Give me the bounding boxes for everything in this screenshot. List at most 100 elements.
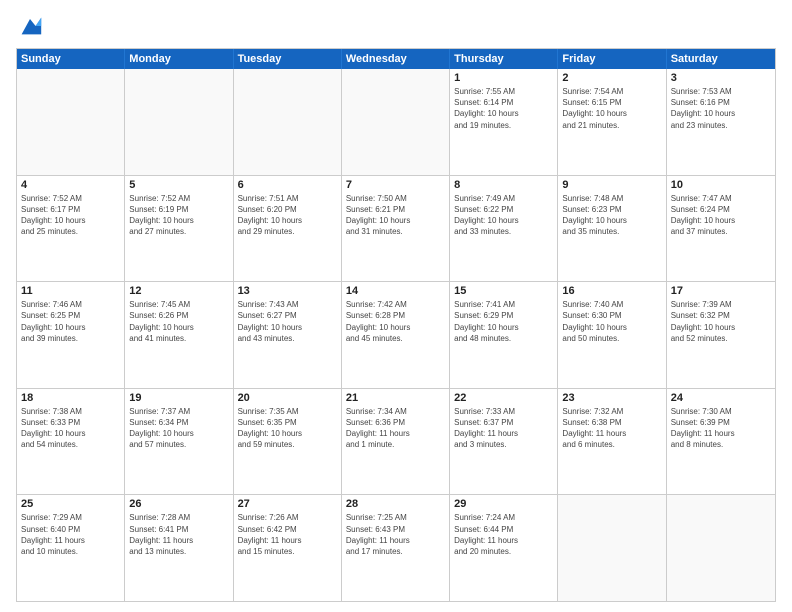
day-cell-23: 23 Sunrise: 7:32 AM Sunset: 6:38 PM Dayli… bbox=[558, 389, 666, 495]
day-cell-22: 22 Sunrise: 7:33 AM Sunset: 6:37 PM Dayli… bbox=[450, 389, 558, 495]
day-info: Sunrise: 7:45 AM Sunset: 6:26 PM Dayligh… bbox=[129, 299, 228, 344]
day-info: Sunrise: 7:47 AM Sunset: 6:24 PM Dayligh… bbox=[671, 193, 771, 238]
weekday-header-tuesday: Tuesday bbox=[234, 49, 342, 69]
day-cell-24: 24 Sunrise: 7:30 AM Sunset: 6:39 PM Dayli… bbox=[667, 389, 775, 495]
calendar: SundayMondayTuesdayWednesdayThursdayFrid… bbox=[16, 48, 776, 602]
day-number: 29 bbox=[454, 498, 553, 510]
day-number: 13 bbox=[238, 285, 337, 297]
day-cell-16: 16 Sunrise: 7:40 AM Sunset: 6:30 PM Dayli… bbox=[558, 282, 666, 388]
day-cell-8: 8 Sunrise: 7:49 AM Sunset: 6:22 PM Daylig… bbox=[450, 176, 558, 282]
day-cell-1: 1 Sunrise: 7:55 AM Sunset: 6:14 PM Daylig… bbox=[450, 69, 558, 175]
day-number: 9 bbox=[562, 179, 661, 191]
day-cell-empty-0-2 bbox=[234, 69, 342, 175]
calendar-row-0: 1 Sunrise: 7:55 AM Sunset: 6:14 PM Daylig… bbox=[17, 69, 775, 175]
day-info: Sunrise: 7:35 AM Sunset: 6:35 PM Dayligh… bbox=[238, 406, 337, 451]
day-number: 23 bbox=[562, 392, 661, 404]
day-number: 27 bbox=[238, 498, 337, 510]
day-info: Sunrise: 7:51 AM Sunset: 6:20 PM Dayligh… bbox=[238, 193, 337, 238]
day-info: Sunrise: 7:30 AM Sunset: 6:39 PM Dayligh… bbox=[671, 406, 771, 451]
day-number: 2 bbox=[562, 72, 661, 84]
day-number: 26 bbox=[129, 498, 228, 510]
day-cell-10: 10 Sunrise: 7:47 AM Sunset: 6:24 PM Dayli… bbox=[667, 176, 775, 282]
day-cell-19: 19 Sunrise: 7:37 AM Sunset: 6:34 PM Dayli… bbox=[125, 389, 233, 495]
day-info: Sunrise: 7:46 AM Sunset: 6:25 PM Dayligh… bbox=[21, 299, 120, 344]
calendar-body: 1 Sunrise: 7:55 AM Sunset: 6:14 PM Daylig… bbox=[17, 69, 775, 601]
day-cell-4: 4Sunrise: 7:52 AM Sunset: 6:17 PM Daylig… bbox=[17, 176, 125, 282]
day-cell-11: 11 Sunrise: 7:46 AM Sunset: 6:25 PM Dayli… bbox=[17, 282, 125, 388]
day-cell-empty-0-3 bbox=[342, 69, 450, 175]
day-number: 7 bbox=[346, 179, 445, 191]
day-info: Sunrise: 7:42 AM Sunset: 6:28 PM Dayligh… bbox=[346, 299, 445, 344]
day-number: 24 bbox=[671, 392, 771, 404]
weekday-header-saturday: Saturday bbox=[667, 49, 775, 69]
day-cell-5: 5 Sunrise: 7:52 AM Sunset: 6:19 PM Daylig… bbox=[125, 176, 233, 282]
day-cell-15: 15 Sunrise: 7:41 AM Sunset: 6:29 PM Dayli… bbox=[450, 282, 558, 388]
day-info: Sunrise: 7:55 AM Sunset: 6:14 PM Dayligh… bbox=[454, 86, 553, 131]
day-info: Sunrise: 7:40 AM Sunset: 6:30 PM Dayligh… bbox=[562, 299, 661, 344]
day-number: 6 bbox=[238, 179, 337, 191]
day-number: 25 bbox=[21, 498, 120, 510]
logo-icon bbox=[16, 12, 44, 40]
day-cell-28: 28 Sunrise: 7:25 AM Sunset: 6:43 PM Dayli… bbox=[342, 495, 450, 601]
day-info: Sunrise: 7:53 AM Sunset: 6:16 PM Dayligh… bbox=[671, 86, 771, 131]
day-cell-18: 18Sunrise: 7:38 AM Sunset: 6:33 PM Dayli… bbox=[17, 389, 125, 495]
day-number: 20 bbox=[238, 392, 337, 404]
day-cell-13: 13 Sunrise: 7:43 AM Sunset: 6:27 PM Dayli… bbox=[234, 282, 342, 388]
day-cell-2: 2 Sunrise: 7:54 AM Sunset: 6:15 PM Daylig… bbox=[558, 69, 666, 175]
logo bbox=[16, 12, 48, 40]
weekday-header-sunday: Sunday bbox=[17, 49, 125, 69]
day-cell-29: 29 Sunrise: 7:24 AM Sunset: 6:44 PM Dayli… bbox=[450, 495, 558, 601]
day-cell-9: 9 Sunrise: 7:48 AM Sunset: 6:23 PM Daylig… bbox=[558, 176, 666, 282]
day-info: Sunrise: 7:37 AM Sunset: 6:34 PM Dayligh… bbox=[129, 406, 228, 451]
day-info: Sunrise: 7:39 AM Sunset: 6:32 PM Dayligh… bbox=[671, 299, 771, 344]
day-number: 17 bbox=[671, 285, 771, 297]
day-info: Sunrise: 7:41 AM Sunset: 6:29 PM Dayligh… bbox=[454, 299, 553, 344]
day-info: Sunrise: 7:26 AM Sunset: 6:42 PM Dayligh… bbox=[238, 512, 337, 557]
day-info: Sunrise: 7:24 AM Sunset: 6:44 PM Dayligh… bbox=[454, 512, 553, 557]
day-info: Sunrise: 7:52 AM Sunset: 6:19 PM Dayligh… bbox=[129, 193, 228, 238]
day-number: 3 bbox=[671, 72, 771, 84]
day-info: Sunrise: 7:49 AM Sunset: 6:22 PM Dayligh… bbox=[454, 193, 553, 238]
day-cell-empty-0-1 bbox=[125, 69, 233, 175]
weekday-header-friday: Friday bbox=[558, 49, 666, 69]
day-cell-21: 21Sunrise: 7:34 AM Sunset: 6:36 PM Dayli… bbox=[342, 389, 450, 495]
day-info: Sunrise: 7:52 AM Sunset: 6:17 PM Dayligh… bbox=[21, 193, 120, 238]
page: SundayMondayTuesdayWednesdayThursdayFrid… bbox=[0, 0, 792, 612]
day-info: Sunrise: 7:54 AM Sunset: 6:15 PM Dayligh… bbox=[562, 86, 661, 131]
day-info: Sunrise: 7:43 AM Sunset: 6:27 PM Dayligh… bbox=[238, 299, 337, 344]
day-cell-12: 12 Sunrise: 7:45 AM Sunset: 6:26 PM Dayli… bbox=[125, 282, 233, 388]
day-cell-6: 6 Sunrise: 7:51 AM Sunset: 6:20 PM Daylig… bbox=[234, 176, 342, 282]
calendar-row-4: 25 Sunrise: 7:29 AM Sunset: 6:40 PM Dayli… bbox=[17, 494, 775, 601]
calendar-header: SundayMondayTuesdayWednesdayThursdayFrid… bbox=[17, 49, 775, 69]
day-number: 16 bbox=[562, 285, 661, 297]
weekday-header-wednesday: Wednesday bbox=[342, 49, 450, 69]
day-info: Sunrise: 7:33 AM Sunset: 6:37 PM Dayligh… bbox=[454, 406, 553, 451]
day-number: 22 bbox=[454, 392, 553, 404]
day-info: Sunrise: 7:48 AM Sunset: 6:23 PM Dayligh… bbox=[562, 193, 661, 238]
day-cell-empty-4-6 bbox=[667, 495, 775, 601]
calendar-row-3: 18Sunrise: 7:38 AM Sunset: 6:33 PM Dayli… bbox=[17, 388, 775, 495]
day-number: 1 bbox=[454, 72, 553, 84]
weekday-header-thursday: Thursday bbox=[450, 49, 558, 69]
day-number: 14 bbox=[346, 285, 445, 297]
day-cell-7: 7Sunrise: 7:50 AM Sunset: 6:21 PM Daylig… bbox=[342, 176, 450, 282]
day-info: Sunrise: 7:32 AM Sunset: 6:38 PM Dayligh… bbox=[562, 406, 661, 451]
day-number: 28 bbox=[346, 498, 445, 510]
day-number: 12 bbox=[129, 285, 228, 297]
day-number: 8 bbox=[454, 179, 553, 191]
day-cell-14: 14 Sunrise: 7:42 AM Sunset: 6:28 PM Dayli… bbox=[342, 282, 450, 388]
day-cell-empty-0-0 bbox=[17, 69, 125, 175]
calendar-row-1: 4Sunrise: 7:52 AM Sunset: 6:17 PM Daylig… bbox=[17, 175, 775, 282]
day-number: 21 bbox=[346, 392, 445, 404]
day-info: Sunrise: 7:38 AM Sunset: 6:33 PM Dayligh… bbox=[21, 406, 120, 451]
day-cell-26: 26 Sunrise: 7:28 AM Sunset: 6:41 PM Dayli… bbox=[125, 495, 233, 601]
day-number: 19 bbox=[129, 392, 228, 404]
day-number: 15 bbox=[454, 285, 553, 297]
day-info: Sunrise: 7:29 AM Sunset: 6:40 PM Dayligh… bbox=[21, 512, 120, 557]
day-info: Sunrise: 7:28 AM Sunset: 6:41 PM Dayligh… bbox=[129, 512, 228, 557]
day-number: 5 bbox=[129, 179, 228, 191]
day-info: Sunrise: 7:25 AM Sunset: 6:43 PM Dayligh… bbox=[346, 512, 445, 557]
day-cell-25: 25 Sunrise: 7:29 AM Sunset: 6:40 PM Dayli… bbox=[17, 495, 125, 601]
day-number: 10 bbox=[671, 179, 771, 191]
day-number: 11 bbox=[21, 285, 120, 297]
